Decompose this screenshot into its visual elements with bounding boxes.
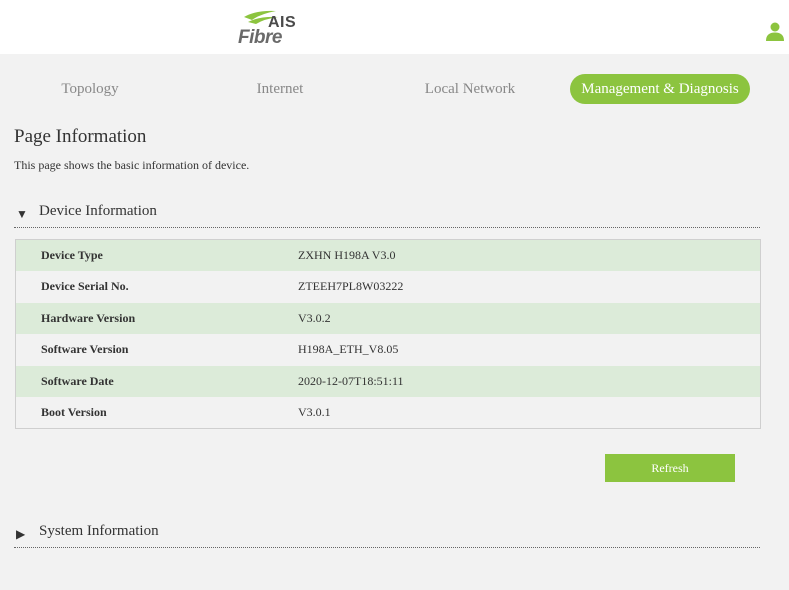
- tab-internet[interactable]: Internet: [220, 74, 340, 104]
- table-row: Hardware Version V3.0.2: [16, 302, 760, 335]
- row-key: Software Date: [41, 373, 114, 388]
- tab-local-network[interactable]: Local Network: [400, 74, 540, 104]
- tab-topology[interactable]: Topology: [30, 74, 150, 104]
- page-title: Page Information: [14, 126, 147, 147]
- device-information-title: Device Information: [39, 203, 157, 219]
- system-information-title: System Information: [39, 523, 159, 539]
- refresh-button[interactable]: Refresh: [605, 454, 735, 482]
- user-icon[interactable]: [765, 21, 785, 41]
- system-information-header[interactable]: ▶ System Information: [14, 523, 760, 548]
- row-value: 2020-12-07T18:51:11: [298, 373, 404, 388]
- row-value: V3.0.2: [298, 310, 331, 325]
- row-key: Software Version: [41, 342, 129, 357]
- row-key: Device Type: [41, 248, 103, 262]
- table-row: Software Date 2020-12-07T18:51:11: [16, 365, 760, 397]
- triangle-right-icon: ▶: [16, 527, 26, 541]
- table-row: Device Type ZXHN H198A V3.0: [16, 240, 760, 272]
- row-value: H198A_ETH_V8.05: [298, 342, 399, 357]
- page-description: This page shows the basic information of…: [14, 158, 250, 172]
- row-value: ZTEEH7PL8W03222: [298, 279, 404, 294]
- row-value: ZXHN H198A V3.0: [298, 248, 396, 262]
- logo-fibre-text: Fibre: [238, 27, 282, 48]
- row-key: Boot Version: [41, 404, 107, 419]
- triangle-down-icon: ▼: [16, 207, 28, 221]
- row-key: Hardware Version: [41, 310, 136, 325]
- table-row: Software Version H198A_ETH_V8.05: [16, 334, 760, 365]
- tab-management-diagnosis[interactable]: Management & Diagnosis: [570, 74, 750, 104]
- device-information-header[interactable]: ▼ Device Information: [14, 203, 760, 228]
- table-row: Device Serial No. ZTEEH7PL8W03222: [16, 271, 760, 302]
- main-nav: Topology Internet Local Network Manageme…: [0, 74, 789, 106]
- header: AIS Fibre: [0, 0, 789, 54]
- table-row: Boot Version V3.0.1: [16, 397, 760, 428]
- row-value: V3.0.1: [298, 404, 331, 419]
- device-info-table: Device Type ZXHN H198A V3.0 Device Seria…: [15, 239, 761, 430]
- row-key: Device Serial No.: [41, 279, 129, 294]
- ais-fibre-logo: AIS Fibre: [236, 8, 306, 48]
